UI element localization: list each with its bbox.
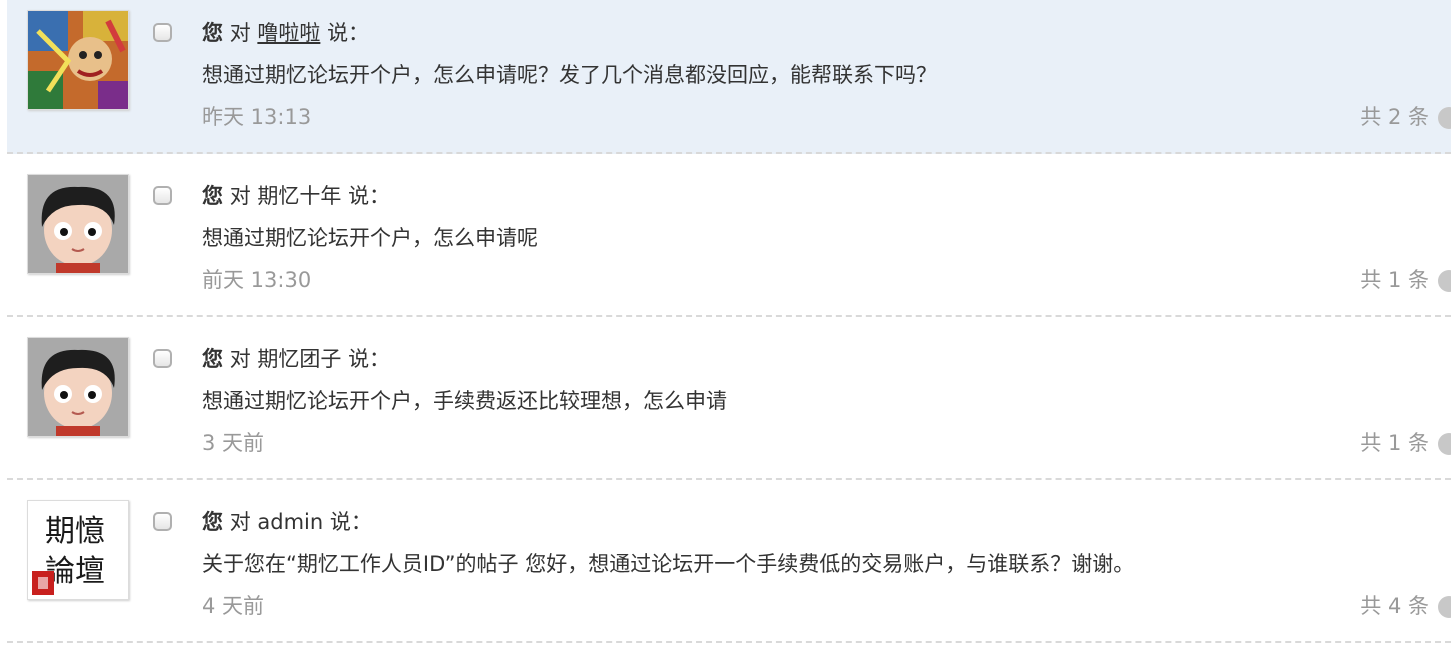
svg-text:期憶: 期憶 xyxy=(45,514,105,549)
you-label: 您 xyxy=(202,21,223,45)
message-time: 4 天前 xyxy=(202,594,265,618)
message-count[interactable]: 共 2 条 xyxy=(1360,104,1429,130)
message-header: 您 对 噜啦啦 说： xyxy=(202,20,369,46)
you-label: 您 xyxy=(202,347,223,371)
recipient-name[interactable]: 期忆团子 xyxy=(257,347,341,371)
delete-icon[interactable] xyxy=(1438,107,1451,129)
recipient-link[interactable]: 噜啦啦 xyxy=(257,21,320,45)
message-time: 昨天 13:13 xyxy=(202,105,312,129)
select-checkbox[interactable] xyxy=(153,349,172,368)
message-header: 您 对 期忆团子 说： xyxy=(202,346,390,372)
user-avatar[interactable] xyxy=(27,174,129,274)
message-text[interactable]: 想通过期忆论坛开个户，怎么申请呢 xyxy=(202,225,538,251)
message-time: 3 天前 xyxy=(202,431,265,455)
message-header: 您 对 admin 说： xyxy=(202,509,372,535)
to-label: 对 xyxy=(229,184,251,208)
message-text[interactable]: 想通过期忆论坛开个户，怎么申请呢？发了几个消息都没回应，能帮联系下吗？ xyxy=(202,62,937,88)
cartoon-boy-avatar-icon xyxy=(28,175,128,273)
message-row: 您 对 噜啦啦 说： 想通过期忆论坛开个户，怎么申请呢？发了几个消息都没回应，能… xyxy=(7,0,1451,154)
user-avatar[interactable]: 期憶 論壇 xyxy=(27,500,129,600)
delete-icon[interactable] xyxy=(1438,433,1451,455)
says-label: 说： xyxy=(348,347,391,371)
message-list: 您 对 噜啦啦 说： 想通过期忆论坛开个户，怎么申请呢？发了几个消息都没回应，能… xyxy=(0,0,1451,645)
message-time: 前天 13:30 xyxy=(202,268,312,292)
colorful-art-avatar-icon xyxy=(28,11,128,109)
message-text[interactable]: 关于您在“期忆工作人员ID”的帖子 您好，想通过论坛开一个手续费低的交易账户，与… xyxy=(202,551,1134,577)
message-count[interactable]: 共 1 条 xyxy=(1360,430,1429,456)
user-avatar[interactable] xyxy=(27,337,129,437)
message-row: 您 对 期忆十年 说： 想通过期忆论坛开个户，怎么申请呢 前天 13:30 共 … xyxy=(7,154,1451,317)
select-checkbox[interactable] xyxy=(153,512,172,531)
calligraphy-logo-icon: 期憶 論壇 xyxy=(28,501,128,599)
message-header: 您 对 期忆十年 说： xyxy=(202,183,390,209)
delete-icon[interactable] xyxy=(1438,270,1451,292)
message-row: 期憶 論壇 您 对 admin 说： 关于您在“期忆工作人员ID”的帖子 您好，… xyxy=(7,480,1451,643)
you-label: 您 xyxy=(202,184,223,208)
cartoon-boy-avatar-icon xyxy=(28,338,128,436)
to-label: 对 xyxy=(229,21,251,45)
select-checkbox[interactable] xyxy=(153,23,172,42)
to-label: 对 xyxy=(229,347,251,371)
user-avatar[interactable] xyxy=(27,10,129,110)
to-label: 对 xyxy=(229,510,251,534)
message-count[interactable]: 共 1 条 xyxy=(1360,267,1429,293)
message-text[interactable]: 想通过期忆论坛开个户，手续费返还比较理想，怎么申请 xyxy=(202,388,727,414)
delete-icon[interactable] xyxy=(1438,596,1451,618)
says-label: 说： xyxy=(329,510,372,534)
message-row: 您 对 期忆团子 说： 想通过期忆论坛开个户，手续费返还比较理想，怎么申请 3 … xyxy=(7,317,1451,480)
recipient-name[interactable]: admin xyxy=(257,510,323,534)
recipient-name[interactable]: 期忆十年 xyxy=(257,184,341,208)
says-label: 说： xyxy=(348,184,391,208)
select-checkbox[interactable] xyxy=(153,186,172,205)
message-count[interactable]: 共 4 条 xyxy=(1360,593,1429,619)
you-label: 您 xyxy=(202,510,223,534)
says-label: 说： xyxy=(327,21,370,45)
